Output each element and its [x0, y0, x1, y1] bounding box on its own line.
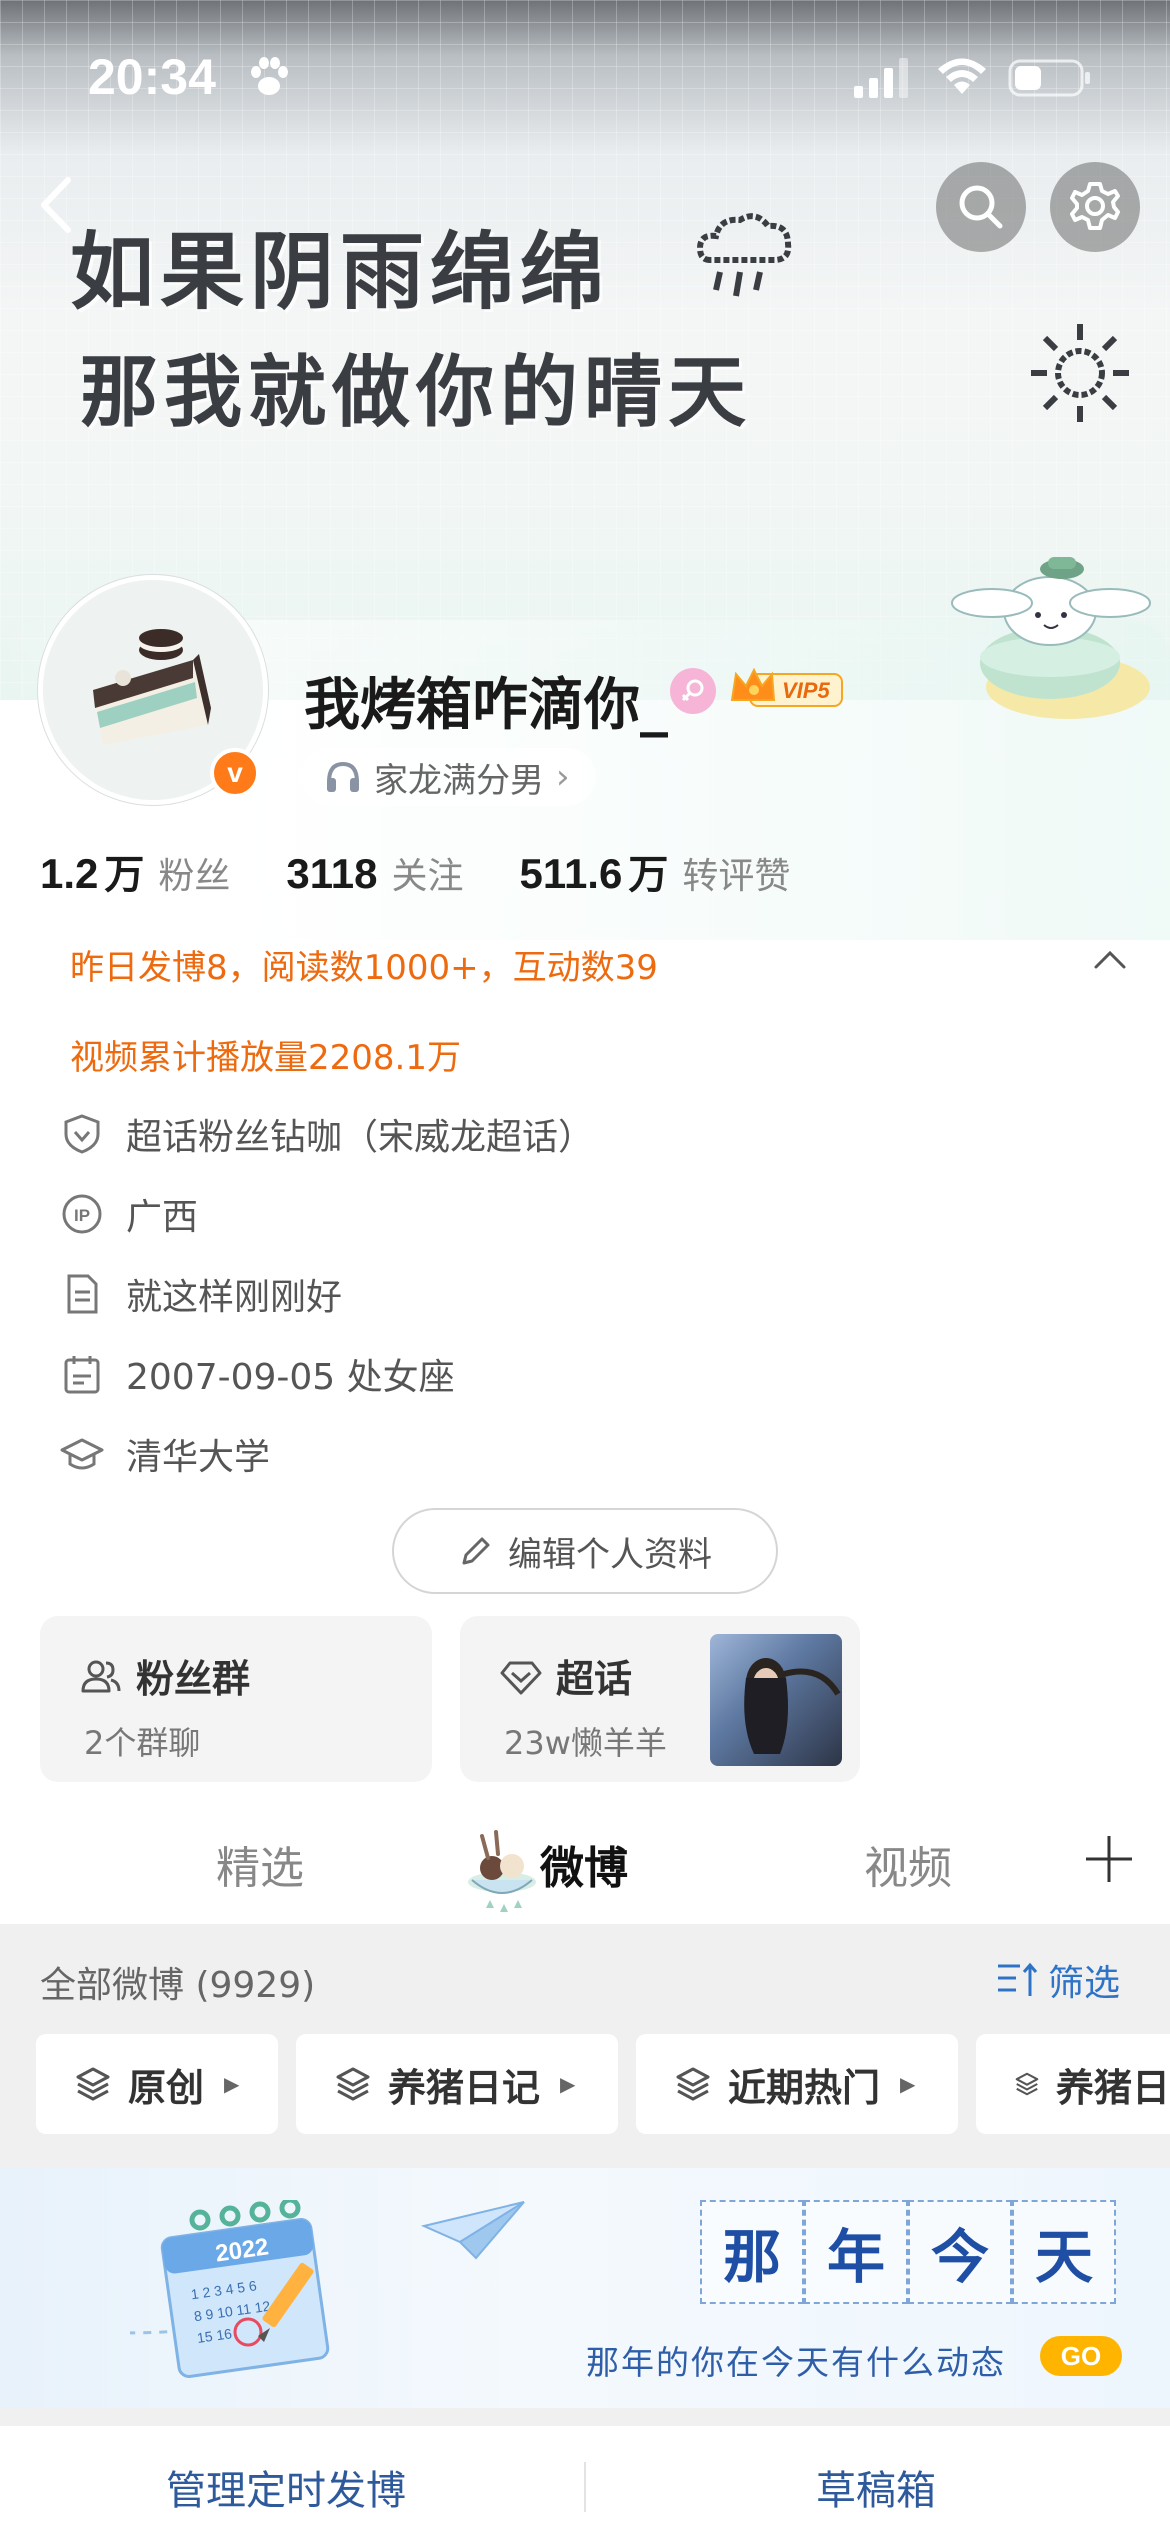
followers-count[interactable]: 1.2 — [40, 850, 98, 898]
shield-icon — [64, 1114, 100, 1154]
chip-recent-hot[interactable]: 近期热门 ▶ — [636, 2034, 958, 2134]
tab-weibo[interactable]: 微博 — [540, 1832, 628, 1896]
likes-count[interactable]: 511.6 — [520, 850, 623, 898]
sun-icon — [1031, 324, 1129, 422]
info-text: 清华大学 — [126, 1437, 271, 1478]
fan-group-card[interactable]: 粉丝群 2个群聊 — [40, 1616, 432, 1782]
rain-cloud-icon — [696, 213, 792, 297]
headphones-icon — [327, 761, 359, 792]
calendar-illustration-icon: 2022 1 2 3 4 5 6 8 9 10 11 12 15 16 — [130, 2200, 330, 2378]
layers-icon — [676, 2067, 710, 2101]
drafts-button[interactable]: 草稿箱 — [816, 2458, 936, 2516]
svg-text:IP: IP — [74, 1206, 90, 1225]
video-play-count: 视频累计播放量2208.1万 — [70, 1038, 461, 1078]
info-row-ip: IP 广西 — [60, 1188, 198, 1240]
filter-label: 筛选 — [1048, 1963, 1121, 2004]
search-icon — [959, 185, 1003, 229]
calendar-icon — [64, 1356, 100, 1394]
music-tag[interactable]: 家龙满分男 › — [302, 748, 596, 806]
edit-profile-button[interactable]: 编辑个人资料 — [392, 1508, 778, 1594]
info-text: 2007-09-05 处女座 — [126, 1357, 455, 1398]
fan-group-title: 粉丝群 — [136, 1657, 251, 1701]
vip-badge[interactable]: VIP5 — [730, 664, 846, 714]
supertopic-card[interactable]: 超话 23w懒羊羊 — [460, 1616, 860, 1782]
username: 我烤箱咋滴你_ — [304, 673, 668, 738]
dessert-sticker-icon — [468, 1830, 536, 1912]
settings-button[interactable] — [1050, 162, 1140, 252]
info-row-birthday: 2007-09-05 处女座 — [60, 1348, 455, 1400]
info-text: 广西 — [126, 1197, 199, 1238]
info-text: 超话粉丝钻咖（宋威龙超话） — [126, 1117, 595, 1158]
layers-icon — [76, 2067, 110, 2101]
following-count[interactable]: 3118 — [286, 850, 377, 898]
edit-profile-label: 编辑个人资料 — [508, 1534, 712, 1575]
search-button[interactable] — [936, 162, 1026, 252]
stats-row: 1.2 万粉丝 3118 关注 511.6 万转评赞 — [40, 842, 846, 900]
status-time: 20:34 — [88, 49, 216, 105]
ip-icon: IP — [62, 1194, 102, 1234]
supertopic-title: 超话 — [556, 1657, 633, 1701]
info-row-supertopic[interactable]: 超话粉丝钻咖（宋威龙超话） — [60, 1108, 594, 1160]
layers-icon — [336, 2067, 370, 2101]
chip-original[interactable]: 原创 ▶ — [36, 2034, 278, 2134]
signal-icon — [854, 58, 908, 98]
add-tab-icon[interactable] — [1080, 1830, 1138, 1888]
feed-area: 全部微博 (9929) 筛选 原创 ▶ 养猪日记 ▶ 近期热门 ▶ 养猪日 20… — [0, 1924, 1170, 2532]
profile-tabs: 精选 微博 视频 — [0, 1800, 1170, 1924]
all-posts-count: 全部微博 (9929) — [40, 1965, 316, 2006]
supertopic-thumbnail — [710, 1634, 842, 1766]
wifi-icon — [938, 58, 986, 94]
go-button[interactable]: GO — [1040, 2336, 1122, 2376]
on-this-day-subtitle: 那年的你在今天有什么动态 — [586, 2343, 1006, 2382]
female-gender-icon — [670, 668, 716, 714]
followers-label[interactable]: 粉丝 — [158, 847, 230, 899]
caret-right-icon: ▶ — [224, 2072, 240, 2096]
cinnamoroll-sticker-icon — [951, 557, 1151, 719]
chevron-up-icon[interactable] — [1090, 945, 1130, 975]
tab-video[interactable]: 视频 — [864, 1832, 952, 1896]
chevron-right-icon: › — [556, 757, 570, 797]
caret-right-icon: ▶ — [900, 2072, 916, 2096]
pencil-icon — [462, 1537, 490, 1565]
filter-button[interactable]: 筛选 — [996, 1954, 1120, 2006]
paw-icon — [251, 57, 288, 95]
on-this-day-banner[interactable]: 2022 1 2 3 4 5 6 8 9 10 11 12 15 16 那 年 … — [0, 2168, 1170, 2408]
info-row-school: 清华大学 — [60, 1428, 270, 1480]
bottom-action-bar: 管理定时发博 草稿箱 — [0, 2426, 1170, 2532]
scheduled-posts-button[interactable]: 管理定时发博 — [166, 2458, 406, 2516]
diamond-icon — [500, 1661, 542, 1694]
document-icon — [67, 1274, 98, 1314]
group-icon — [81, 1660, 121, 1692]
battery-icon — [1008, 59, 1090, 97]
divider — [584, 2462, 586, 2512]
sort-filter-icon — [998, 1962, 1038, 1996]
banner-text-line1: 如果阴雨绵绵 — [70, 223, 611, 321]
info-row-bio: 就这样刚刚好 — [60, 1268, 342, 1320]
gear-icon — [1070, 182, 1120, 230]
daily-summary: 昨日发博8，阅读数1000+，互动数39 — [70, 948, 658, 988]
music-tag-label: 家龙满分男 — [374, 760, 544, 801]
fan-group-sub: 2个群聊 — [84, 1724, 201, 1762]
paper-plane-icon — [420, 2201, 525, 2260]
back-icon[interactable] — [28, 170, 88, 240]
verified-badge: v — [210, 748, 260, 798]
chip-pig-diary[interactable]: 养猪日记 ▶ — [296, 2034, 618, 2134]
caret-right-icon: ▶ — [560, 2072, 576, 2096]
supertopic-sub: 23w懒羊羊 — [504, 1724, 667, 1762]
on-this-day-title: 那 年 今 天 — [700, 2200, 1116, 2304]
status-bar: 20:34 — [0, 0, 1170, 150]
banner-text-line2: 那我就做你的晴天 — [80, 348, 753, 438]
vip-label: VIP5 — [782, 678, 830, 703]
layers-icon — [1015, 2072, 1039, 2096]
graduation-icon — [60, 1438, 104, 1470]
tab-featured[interactable]: 精选 — [216, 1832, 304, 1896]
following-label[interactable]: 关注 — [392, 847, 464, 899]
likes-label[interactable]: 转评赞 — [682, 847, 790, 899]
chip-pig-diary-2[interactable]: 养猪日 — [976, 2034, 1170, 2134]
info-text: 就这样刚刚好 — [126, 1277, 343, 1318]
